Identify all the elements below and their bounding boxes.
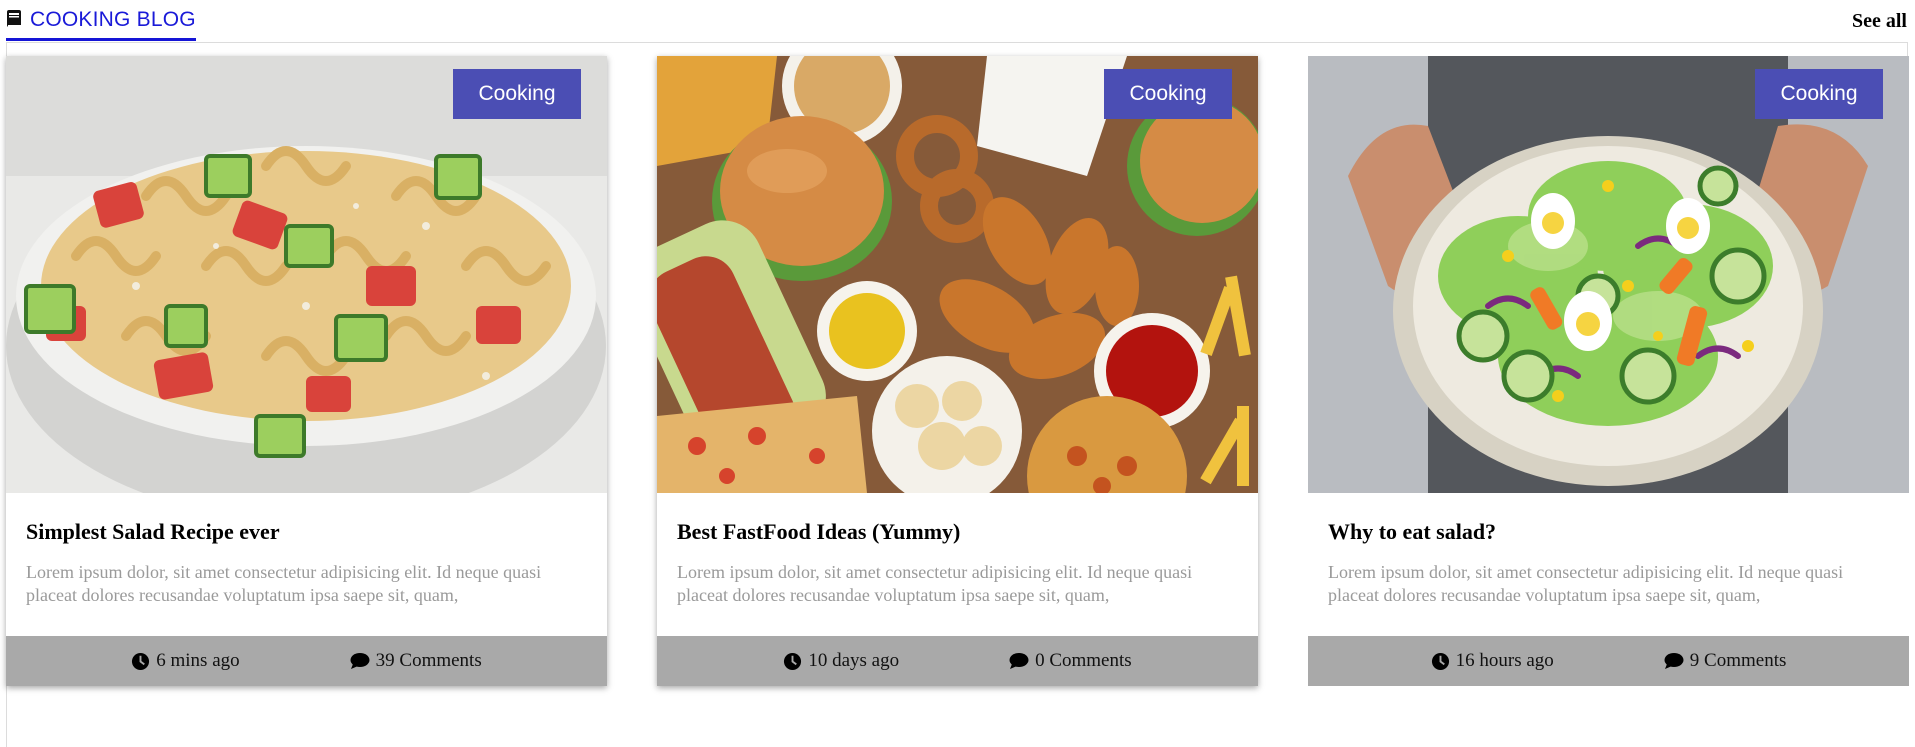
card-excerpt: Lorem ipsum dolor, sit amet consectetur … (26, 562, 542, 606)
top-bar: COOKING BLOG See all (0, 0, 1915, 44)
post-time-label: 6 mins ago (156, 650, 240, 671)
post-comments-label: 39 Comments (375, 650, 482, 671)
fast-food-image (657, 56, 1258, 493)
book-icon (7, 10, 21, 27)
post-comments[interactable]: 0 Comments (1009, 650, 1132, 672)
green-salad-image (1308, 56, 1909, 493)
post-time-label: 10 days ago (808, 650, 900, 671)
clock-icon (784, 652, 802, 670)
clock-icon (1431, 652, 1449, 670)
comment-icon (1009, 653, 1029, 669)
blog-tab[interactable]: COOKING BLOG (6, 0, 196, 41)
comment-icon (1664, 653, 1684, 669)
card-image[interactable]: Cooking (1308, 56, 1909, 493)
blog-card[interactable]: Cooking Best FastFood Ideas (Yummy) Lore… (657, 56, 1258, 686)
card-excerpt: Lorem ipsum dolor, sit amet consectetur … (1328, 562, 1844, 606)
card-body: Why to eat salad? Lorem ipsum dolor, sit… (1308, 493, 1909, 636)
category-badge[interactable]: Cooking (1755, 69, 1883, 119)
card-image[interactable]: Cooking (6, 56, 607, 493)
post-comments[interactable]: 39 Comments (350, 650, 482, 672)
card-excerpt: Lorem ipsum dolor, sit amet consectetur … (677, 562, 1193, 606)
see-all-link[interactable]: See all (1852, 10, 1907, 33)
card-footer: 16 hours ago 9 Comments (1308, 636, 1909, 686)
card-footer: 10 days ago 0 Comments (657, 636, 1258, 686)
header-divider (6, 42, 1908, 43)
clock-icon (132, 652, 150, 670)
pasta-salad-image (6, 56, 607, 493)
blog-title: COOKING BLOG (30, 7, 196, 31)
post-comments-label: 9 Comments (1689, 650, 1787, 671)
post-comments-label: 0 Comments (1035, 650, 1132, 671)
card-title[interactable]: Why to eat salad? (1328, 493, 1889, 545)
post-time-label: 16 hours ago (1455, 650, 1554, 671)
card-body: Best FastFood Ideas (Yummy) Lorem ipsum … (657, 493, 1258, 636)
post-comments[interactable]: 9 Comments (1664, 650, 1787, 672)
blog-card[interactable]: Cooking Simplest Salad Recipe ever Lorem… (6, 56, 607, 686)
post-time: 6 mins ago (131, 650, 240, 672)
card-title[interactable]: Best FastFood Ideas (Yummy) (677, 493, 1238, 545)
card-footer: 6 mins ago 39 Comments (6, 636, 607, 686)
comment-icon (350, 653, 370, 669)
post-time: 10 days ago (783, 650, 899, 672)
category-badge[interactable]: Cooking (453, 69, 581, 119)
category-badge[interactable]: Cooking (1104, 69, 1232, 119)
card-image[interactable]: Cooking (657, 56, 1258, 493)
card-body: Simplest Salad Recipe ever Lorem ipsum d… (6, 493, 607, 636)
post-time: 16 hours ago (1431, 650, 1554, 672)
card-title[interactable]: Simplest Salad Recipe ever (26, 493, 587, 545)
blog-card[interactable]: Cooking Why to eat salad? Lorem ipsum do… (1308, 56, 1909, 686)
